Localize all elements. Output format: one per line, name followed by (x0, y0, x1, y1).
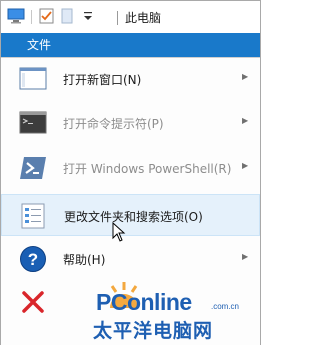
folder-options-icon (20, 202, 48, 230)
menu-item-open-new-window[interactable]: 打开新窗口(N) ▶ (1, 59, 260, 99)
title-bar: 此电脑 (1, 1, 260, 33)
menu-item-label: 帮助(H) (63, 253, 106, 267)
menu-item-label: 打开命令提示符(P) (63, 117, 164, 131)
quick-access-divider (31, 10, 32, 24)
submenu-arrow-icon: ▶ (242, 161, 249, 170)
menu-item-label: 更改文件夹和搜索选项(O) (64, 210, 203, 224)
close-icon (19, 288, 47, 316)
menu-item-label: 打开新窗口(N) (63, 73, 142, 87)
submenu-arrow-icon: ▶ (242, 116, 249, 125)
menu-item-open-command-prompt[interactable]: 打开命令提示符(P) ▶ (1, 103, 260, 143)
new-folder-icon[interactable] (61, 8, 75, 28)
submenu-arrow-icon: ▶ (242, 252, 249, 261)
watermark-chinese: 太平洋电脑网 (93, 320, 214, 342)
command-prompt-icon (19, 109, 47, 137)
menu-item-change-folder-options[interactable]: 更改文件夹和搜索选项(O) (1, 194, 260, 236)
new-window-icon (19, 65, 47, 93)
pconline-watermark: PConline .com.cn 太平洋电脑网 (90, 282, 260, 344)
properties-check-icon[interactable] (39, 8, 55, 28)
title-divider (117, 11, 118, 25)
customize-quick-access-icon[interactable] (83, 10, 93, 25)
svg-text:?: ? (28, 250, 38, 269)
watermark-domain: .com.cn (211, 302, 240, 311)
submenu-arrow-icon: ▶ (242, 72, 249, 81)
menu-item-label: 打开 Windows PowerShell(R) (63, 162, 232, 176)
menu-item-open-powershell[interactable]: 打开 Windows PowerShell(R) ▶ (1, 148, 260, 188)
menu-item-help[interactable]: ? 帮助(H) ▶ (1, 239, 260, 279)
window-title: 此电脑 (125, 11, 162, 25)
computer-icon[interactable] (7, 8, 25, 28)
help-icon: ? (19, 245, 47, 273)
file-tab[interactable]: 文件 (18, 33, 60, 57)
mouse-cursor-icon (112, 221, 126, 246)
powershell-icon (19, 154, 47, 182)
watermark-brand: PConline (96, 289, 192, 315)
